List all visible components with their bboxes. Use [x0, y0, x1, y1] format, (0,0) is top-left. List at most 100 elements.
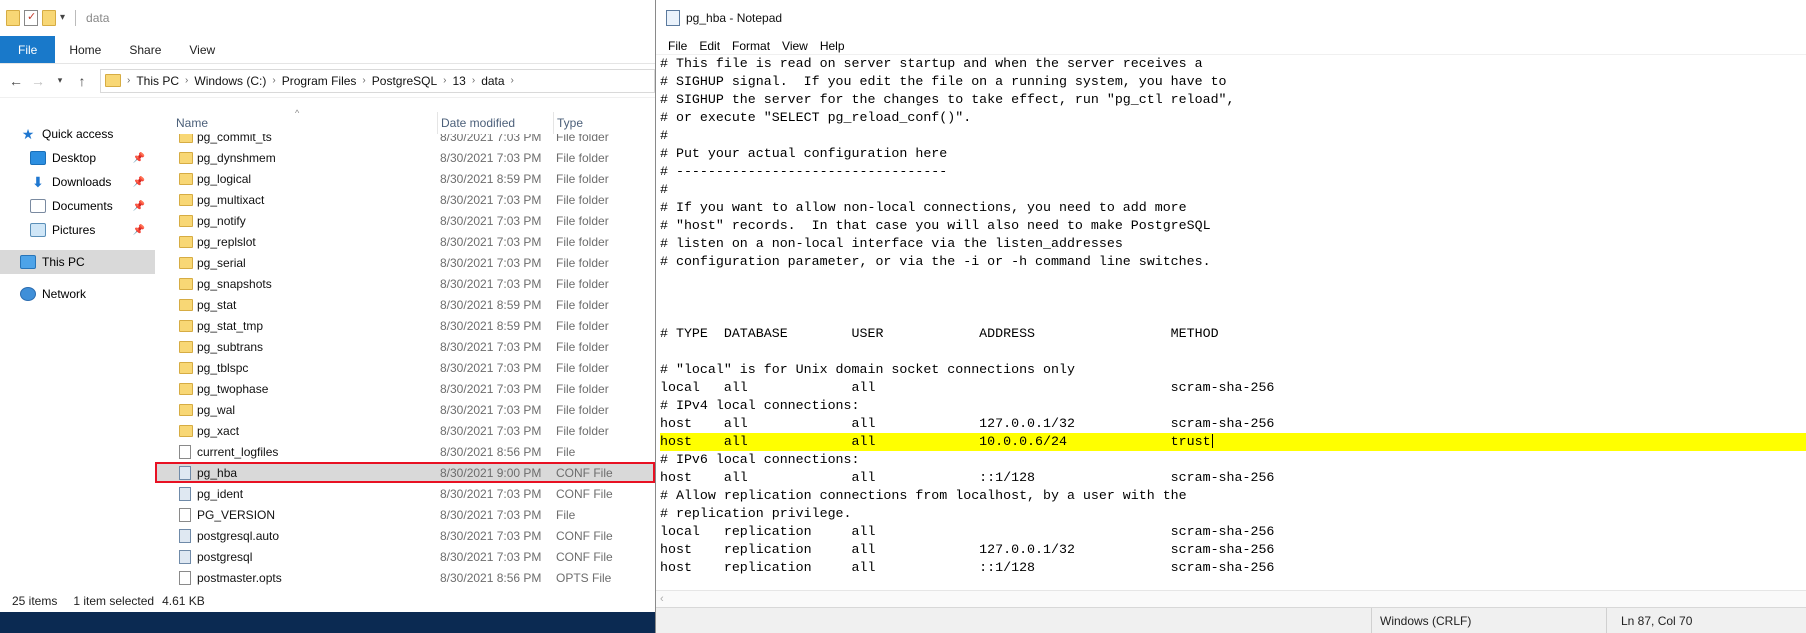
line-text: local replication all scram-sha-256 [660, 524, 1275, 539]
tab-share[interactable]: Share [115, 36, 175, 63]
menu-help[interactable]: Help [814, 39, 851, 53]
file-type: File folder [556, 213, 609, 228]
line-text: # listen on a non-local interface via th… [660, 236, 1123, 251]
text-line: # IPv4 local connections: [660, 397, 1806, 415]
breadcrumb-windows-c[interactable]: Windows (C:) [194, 74, 266, 88]
file-name: pg_subtrans [197, 339, 264, 354]
table-row[interactable]: pg_hba 8/30/2021 9:00 PM CONF File [155, 462, 655, 483]
file-name: pg_logical [197, 171, 252, 186]
breadcrumb-this-pc[interactable]: This PC [136, 74, 179, 88]
table-row[interactable]: pg_wal 8/30/2021 7:03 PM File folder [155, 399, 655, 420]
table-row[interactable]: pg_twophase 8/30/2021 7:03 PM File folder [155, 378, 655, 399]
sidebar-item-desktop[interactable]: Desktop 📌 [0, 146, 155, 170]
table-row[interactable]: pg_tblspc 8/30/2021 7:03 PM File folder [155, 357, 655, 378]
file-list: ^ Name Date modified Type pg_commit_ts 8/… [155, 108, 655, 590]
file-date-modified: 8/30/2021 8:59 PM [440, 171, 542, 186]
breadcrumb-program-files[interactable]: Program Files [282, 74, 357, 88]
table-row[interactable]: pg_serial 8/30/2021 7:03 PM File folder [155, 252, 655, 273]
table-row[interactable]: pg_multixact 8/30/2021 7:03 PM File folder [155, 189, 655, 210]
table-row[interactable]: postgresql 8/30/2021 7:03 PM CONF File [155, 546, 655, 567]
table-row[interactable]: pg_xact 8/30/2021 7:03 PM File folder [155, 420, 655, 441]
sidebar-item-network[interactable]: Network [0, 282, 155, 306]
file-date-modified: 8/30/2021 7:03 PM [440, 276, 542, 291]
breadcrumb-postgresql[interactable]: PostgreSQL [372, 74, 437, 88]
tab-view[interactable]: View [175, 36, 229, 63]
tab-file[interactable]: File [0, 36, 56, 63]
text-line: # or execute "SELECT pg_reload_conf()". [660, 109, 1806, 127]
up-arrow-icon[interactable]: ↑ [72, 73, 92, 89]
sidebar-item-documents[interactable]: Documents 📌 [0, 194, 155, 218]
tab-home[interactable]: Home [55, 36, 115, 63]
file-type: File folder [556, 171, 609, 186]
sidebar-item-quick-access[interactable]: ★ Quick access [0, 122, 155, 146]
notepad-icon [666, 10, 680, 26]
file-name: pg_dynshmem [197, 150, 276, 165]
column-header-type[interactable]: Type [553, 112, 583, 134]
back-arrow-icon[interactable]: ← [6, 73, 26, 89]
menu-bar: File Edit Format View Help [656, 36, 1806, 56]
text-line: # This file is read on server startup an… [660, 55, 1806, 73]
table-row[interactable]: PG_VERSION 8/30/2021 7:03 PM File [155, 504, 655, 525]
table-row[interactable]: pg_snapshots 8/30/2021 7:03 PM File folder [155, 273, 655, 294]
file-explorer-window: ▾ data File Home Share View ← → ▾ ↑ › Th… [0, 0, 655, 612]
line-text: # or execute "SELECT pg_reload_conf()". [660, 110, 972, 125]
table-row[interactable]: pg_ident 8/30/2021 7:03 PM CONF File [155, 483, 655, 504]
table-row[interactable]: pg_dynshmem 8/30/2021 7:03 PM File folder [155, 147, 655, 168]
sidebar-item-this-pc[interactable]: This PC [0, 250, 155, 274]
line-text: # "local" is for Unix domain socket conn… [660, 362, 1075, 377]
file-date-modified: 8/30/2021 7:03 PM [440, 255, 542, 270]
folder-icon [179, 277, 193, 290]
properties-icon[interactable] [24, 9, 38, 26]
file-name: postgresql [197, 549, 253, 564]
network-icon [20, 287, 36, 301]
chevron-right-icon: › [510, 75, 514, 86]
file-name: pg_serial [197, 255, 246, 270]
table-row[interactable]: pg_logical 8/30/2021 8:59 PM File folder [155, 168, 655, 189]
menu-file[interactable]: File [662, 39, 693, 53]
breadcrumb-13[interactable]: 13 [452, 74, 465, 88]
window-title: data [86, 10, 110, 25]
chevron-right-icon: › [127, 75, 131, 86]
table-row[interactable]: pg_subtrans 8/30/2021 7:03 PM File folder [155, 336, 655, 357]
menu-edit[interactable]: Edit [693, 39, 726, 53]
line-text: # replication privilege. [660, 506, 852, 521]
folder-icon [179, 193, 193, 206]
table-row[interactable]: pg_replslot 8/30/2021 7:03 PM File folder [155, 231, 655, 252]
table-row[interactable]: current_logfiles 8/30/2021 8:56 PM File [155, 441, 655, 462]
text-line [660, 307, 1806, 325]
table-row[interactable]: pg_stat 8/30/2021 8:59 PM File folder [155, 294, 655, 315]
horizontal-scrollbar[interactable]: ‹ [656, 590, 1806, 607]
customize-toolbar-icon[interactable]: ▾ [60, 12, 65, 23]
breadcrumb[interactable]: › This PC › Windows (C:) › Program Files… [100, 68, 655, 93]
forward-arrow-icon[interactable]: → [28, 73, 48, 89]
line-text: # "host" records. In that case you will … [660, 218, 1211, 233]
file-date-modified: 8/30/2021 7:03 PM [440, 360, 542, 375]
recent-locations-icon[interactable]: ▾ [50, 75, 70, 86]
new-folder-icon[interactable] [42, 9, 56, 26]
table-row[interactable]: postmaster.opts 8/30/2021 8:56 PM OPTS Fil… [155, 567, 655, 588]
menu-view[interactable]: View [776, 39, 814, 53]
line-text: host replication all ::1/128 scram-sha-2… [660, 560, 1275, 575]
table-row[interactable]: pg_stat_tmp 8/30/2021 8:59 PM File folder [155, 315, 655, 336]
sidebar-item-downloads[interactable]: ⬇ Downloads 📌 [0, 170, 155, 194]
table-row[interactable]: postgresql.auto 8/30/2021 7:03 PM CONF Fil… [155, 525, 655, 546]
column-header-date-modified[interactable]: Date modified [437, 112, 515, 134]
file-date-modified: 8/30/2021 7:03 PM [440, 381, 542, 396]
text-line: # IPv6 local connections: [660, 451, 1806, 469]
scroll-left-icon[interactable]: ‹ [660, 593, 664, 605]
sidebar-item-pictures[interactable]: Pictures 📌 [0, 218, 155, 242]
folder-icon [179, 151, 193, 164]
sidebar-item-label: Downloads [52, 175, 112, 189]
folder-icon[interactable] [6, 9, 20, 26]
text-editor[interactable]: # This file is read on server startup an… [656, 54, 1806, 585]
menu-format[interactable]: Format [726, 39, 776, 53]
table-row[interactable]: pg_notify 8/30/2021 7:03 PM File folder [155, 210, 655, 231]
file-name: pg_commit_ts [197, 134, 272, 144]
file-type: File folder [556, 255, 609, 270]
table-row[interactable]: pg_commit_ts 8/30/2021 7:03 PM File folder [155, 134, 655, 147]
file-name: pg_wal [197, 402, 236, 417]
breadcrumb-data[interactable]: data [481, 74, 504, 88]
sidebar-item-label: Documents [52, 199, 113, 213]
editor-content[interactable]: # This file is read on server startup an… [656, 55, 1806, 577]
column-header-name[interactable]: Name [176, 116, 208, 130]
